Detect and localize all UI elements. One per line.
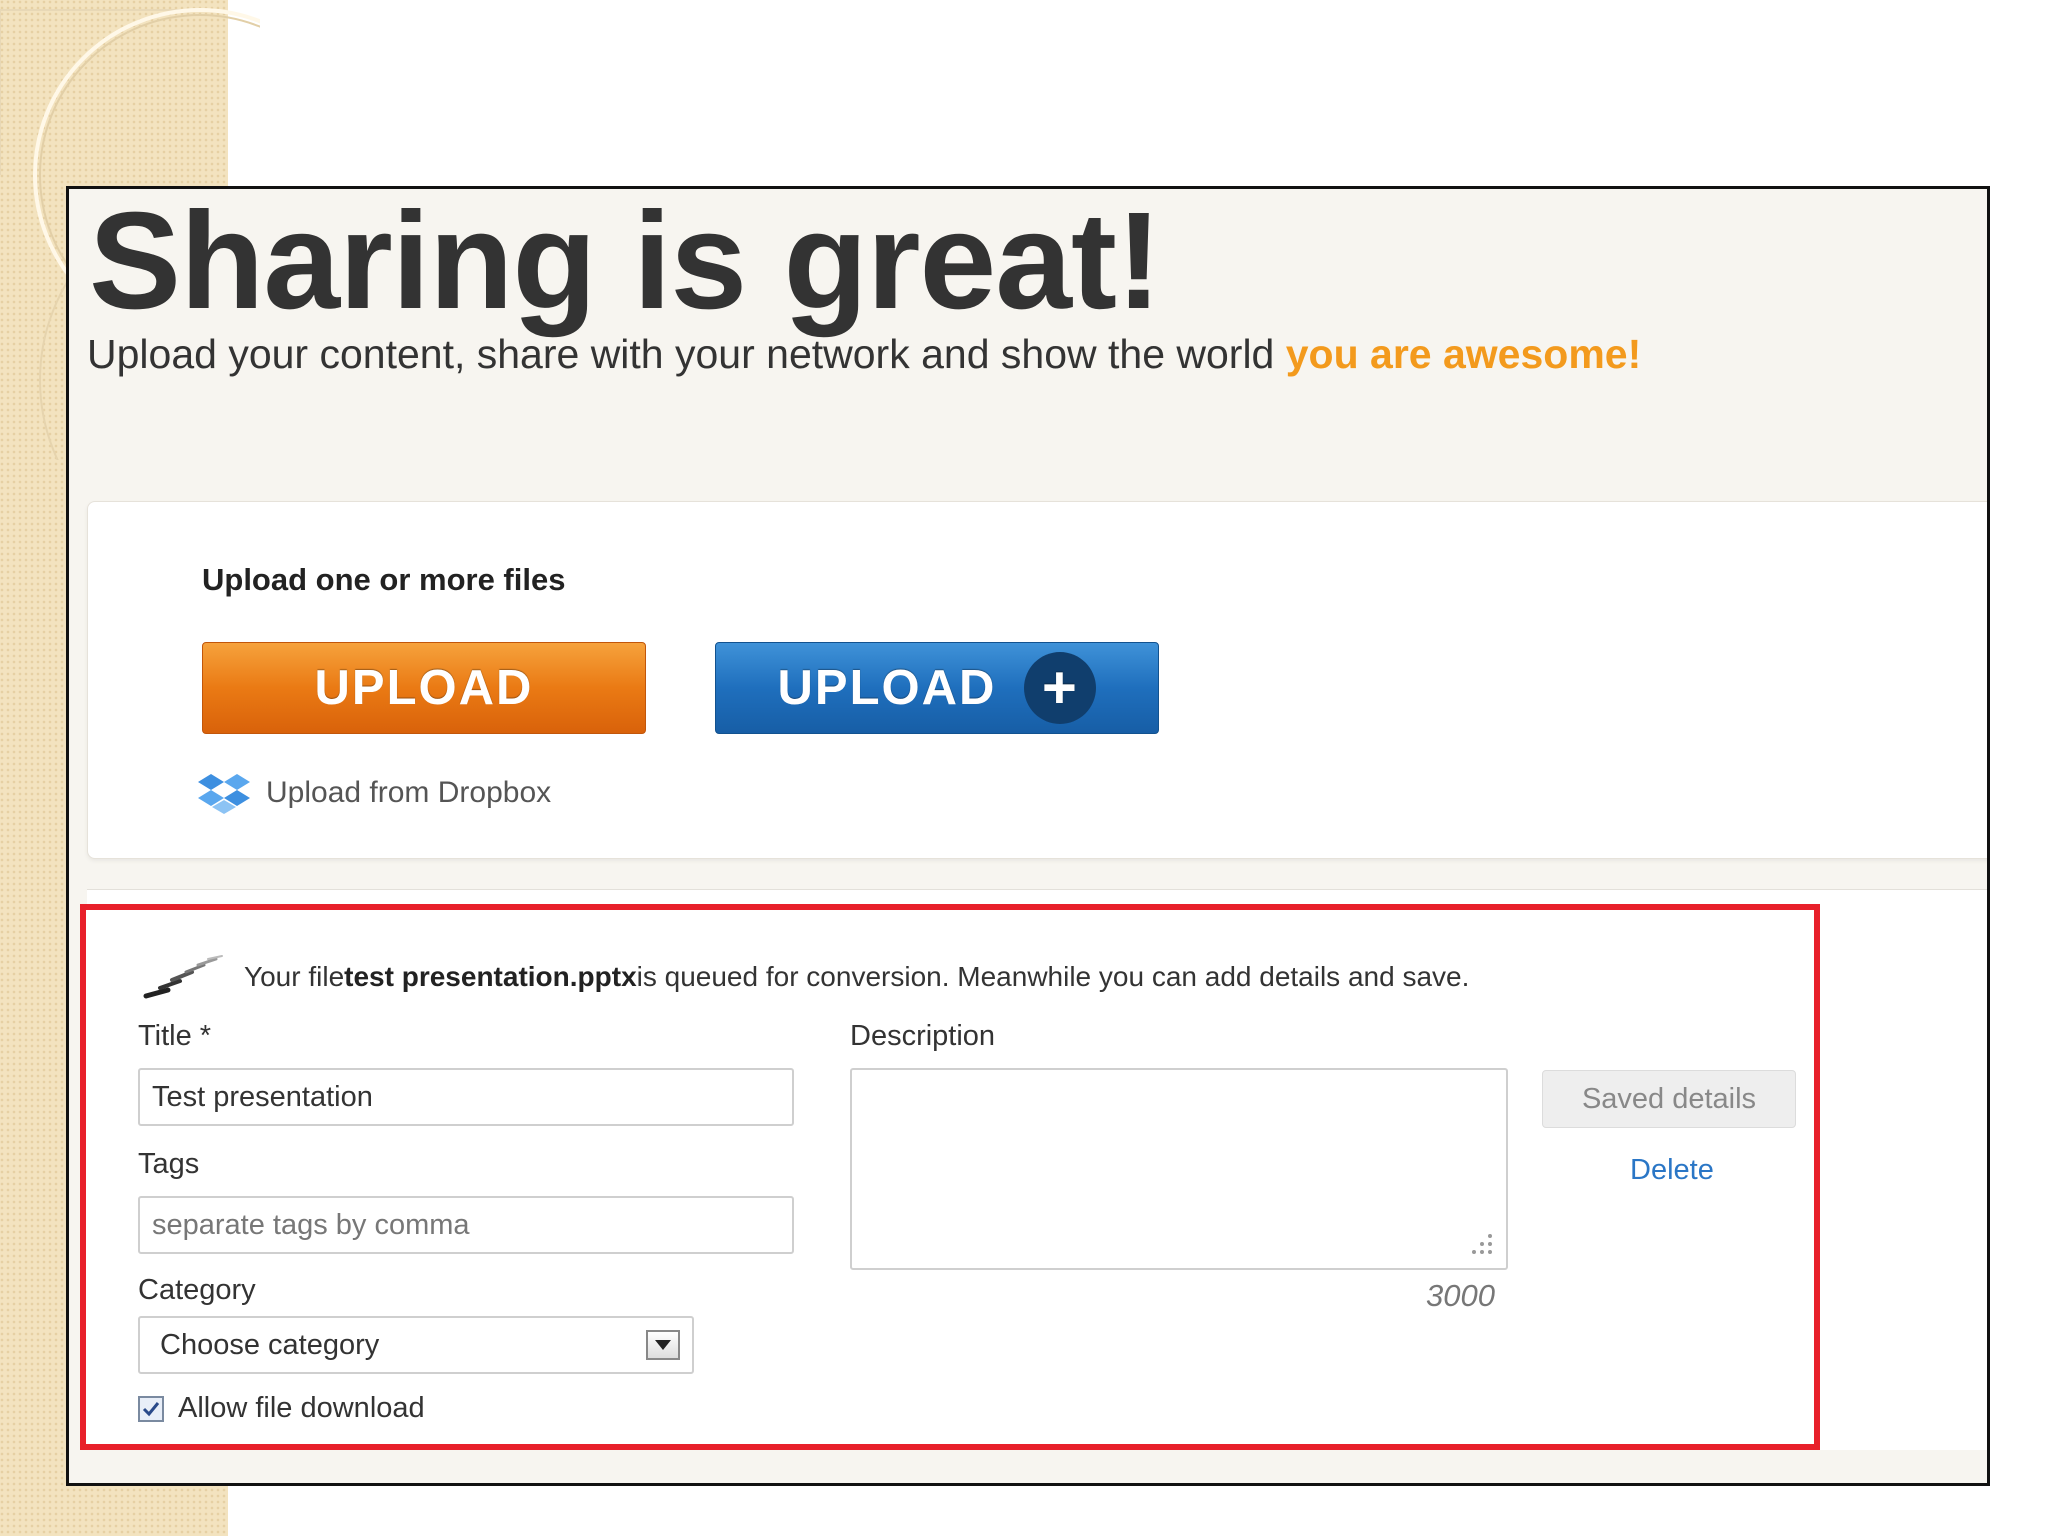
upload-plus-button-label: UPLOAD	[777, 661, 997, 715]
title-input[interactable]	[138, 1068, 794, 1126]
subtitle-accent: you are awesome!	[1285, 331, 1642, 377]
description-label: Description	[850, 1020, 996, 1052]
queue-status-message: Your file test presentation.pptx is queu…	[142, 954, 1469, 1000]
subtitle-text: Upload your content, share with your net…	[87, 331, 1286, 377]
upload-button-label: UPLOAD	[314, 661, 534, 715]
allow-download-option: Allow file download	[138, 1392, 425, 1425]
category-label: Category	[138, 1274, 256, 1306]
check-icon	[142, 1401, 160, 1416]
upload-plus-button[interactable]: UPLOAD +	[715, 642, 1159, 734]
saved-details-label: Saved details	[1581, 1082, 1757, 1115]
description-textarea[interactable]	[850, 1068, 1508, 1270]
category-select[interactable]: Choose category	[138, 1316, 694, 1374]
dropbox-icon	[198, 774, 250, 814]
tags-input[interactable]	[138, 1196, 794, 1254]
loading-spinner-icon	[143, 955, 223, 999]
title-label: Title *	[138, 1020, 212, 1052]
resize-grip-icon[interactable]	[1466, 1228, 1496, 1258]
upload-panel: Upload one or more files UPLOAD UPLOAD +…	[87, 501, 1987, 859]
allow-download-label: Allow file download	[178, 1392, 425, 1424]
allow-download-checkbox[interactable]	[138, 1395, 164, 1422]
upload-from-dropbox-link[interactable]: Upload from Dropbox	[198, 772, 551, 814]
saved-details-button[interactable]: Saved details	[1542, 1070, 1796, 1128]
category-selected-value: Choose category	[160, 1328, 380, 1361]
upload-heading: Upload one or more files	[202, 562, 566, 597]
queue-message-suffix: is queued for conversion. Meanwhile you …	[636, 961, 1470, 992]
dropbox-link-label: Upload from Dropbox	[266, 776, 552, 809]
queue-message-prefix: Your file	[244, 961, 345, 992]
queued-filename: test presentation.pptx	[344, 961, 637, 992]
plus-icon: +	[1024, 652, 1097, 724]
page-title: Sharing is great!	[89, 186, 1162, 338]
chevron-down-icon	[646, 1330, 680, 1360]
upload-button[interactable]: UPLOAD	[202, 642, 646, 734]
page-subtitle: Upload your content, share with your net…	[87, 331, 1641, 378]
file-details-form: Your file test presentation.pptx is queu…	[80, 904, 1820, 1450]
tags-label: Tags	[138, 1148, 200, 1180]
description-char-count: 3000	[1426, 1278, 1495, 1313]
delete-link[interactable]: Delete	[1630, 1154, 1714, 1187]
